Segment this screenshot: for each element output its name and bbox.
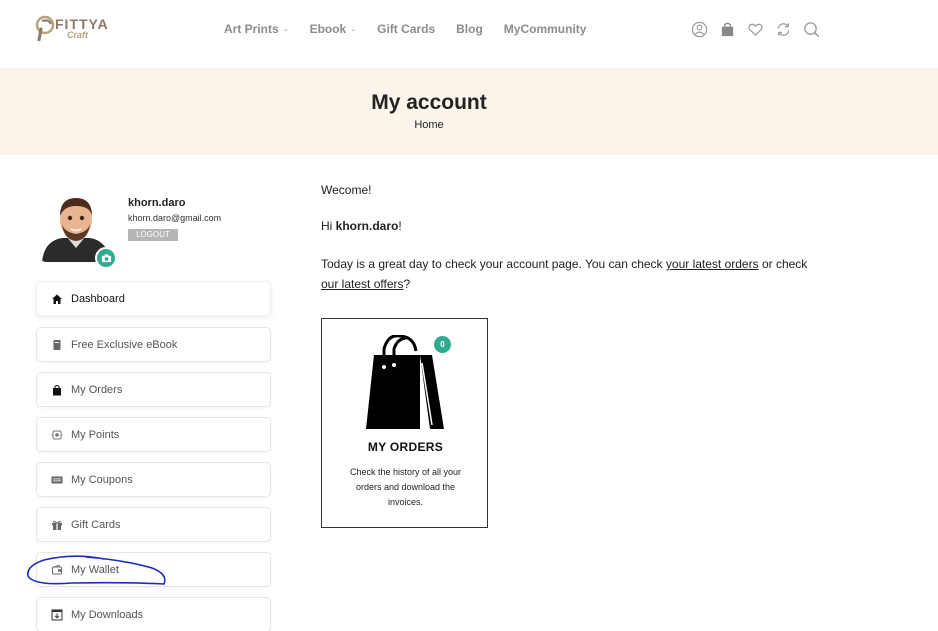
shopping-bag-icon — [366, 335, 444, 429]
welcome-text: Wecome! — [321, 183, 372, 197]
change-avatar-button[interactable] — [95, 247, 117, 269]
intro-text-1: Today is a great day to check your accou… — [321, 257, 666, 271]
nav-gift-cards[interactable]: Gift Cards — [377, 22, 435, 36]
coupon-icon — [50, 473, 63, 486]
wallet-icon — [50, 563, 63, 576]
heart-icon[interactable] — [746, 20, 764, 38]
brand-logo[interactable]: FITTYA Craft — [35, 15, 115, 43]
nav-item-label: Art Prints — [224, 22, 279, 36]
dashboard-intro: Today is a great day to check your accou… — [321, 254, 811, 294]
menu-item-label: Gift Cards — [71, 518, 121, 531]
refresh-icon[interactable] — [774, 20, 792, 38]
greeting-name: khorn.daro — [335, 219, 399, 233]
nav-mycommunity[interactable]: MyCommunity — [504, 22, 587, 36]
menu-item-my-orders[interactable]: My Orders — [36, 372, 271, 407]
intro-text-3: ? — [403, 277, 411, 291]
points-icon — [50, 428, 63, 441]
intro-text-2: or check — [758, 257, 808, 271]
menu-item-free-ebook[interactable]: Free Exclusive eBook — [36, 327, 271, 362]
menu-item-my-coupons[interactable]: My Coupons — [36, 462, 271, 497]
chevron-down-icon: ⌄ — [350, 26, 357, 33]
latest-offers-link[interactable]: our latest offers — [321, 277, 404, 291]
my-orders-card[interactable]: 0 MY ORDERS Check the history of all you… — [321, 318, 488, 528]
shopping-bag-icon[interactable] — [718, 20, 736, 38]
profile-email: khorn.daro@gmail.com — [128, 213, 222, 223]
bag-icon — [50, 383, 63, 396]
chevron-down-icon: ⌄ — [282, 26, 289, 33]
home-icon — [50, 292, 63, 305]
nav-item-label: Blog — [456, 22, 483, 36]
logo-subtext: Craft — [67, 30, 89, 40]
greeting-suffix: ! — [398, 219, 402, 233]
greeting-text: Hi khorn.daro! — [321, 219, 402, 233]
book-icon — [50, 338, 63, 351]
site-header: FITTYA Craft Art Prints ⌄ Ebook ⌄ Gift C… — [0, 0, 938, 68]
page-title: My account — [371, 91, 487, 114]
nav-item-label: Ebook — [309, 22, 347, 36]
menu-item-gift-cards[interactable]: Gift Cards — [36, 507, 271, 542]
header-actions — [690, 20, 830, 38]
gift-icon — [50, 518, 63, 531]
menu-item-label: My Downloads — [71, 608, 144, 621]
main-nav: Art Prints ⌄ Ebook ⌄ Gift Cards Blog MyC… — [224, 22, 607, 36]
menu-item-label: My Orders — [71, 383, 123, 396]
menu-item-my-wallet[interactable]: My Wallet — [36, 552, 271, 587]
orders-count-badge: 0 — [434, 336, 451, 353]
page-banner: My account Home — [0, 68, 938, 155]
greeting-prefix: Hi — [321, 219, 336, 233]
download-icon — [50, 608, 63, 621]
nav-item-label: Gift Cards — [377, 22, 436, 36]
menu-item-label: My Wallet — [71, 563, 119, 576]
menu-item-label: Dashboard — [71, 292, 125, 305]
menu-item-my-downloads[interactable]: My Downloads — [36, 597, 271, 631]
logo-mark-icon — [35, 15, 55, 41]
breadcrumb-home[interactable]: Home — [0, 119, 858, 131]
menu-item-label: My Points — [71, 428, 120, 441]
nav-blog[interactable]: Blog — [456, 22, 483, 36]
logout-button[interactable]: LOGOUT — [128, 229, 178, 241]
nav-art-prints[interactable]: Art Prints ⌄ — [224, 22, 289, 36]
menu-item-label: My Coupons — [71, 473, 133, 486]
search-icon[interactable] — [802, 20, 820, 38]
menu-item-label: Free Exclusive eBook — [71, 338, 178, 351]
menu-item-my-points[interactable]: My Points — [36, 417, 271, 452]
orders-card-description: Check the history of all your orders and… — [349, 467, 462, 507]
nav-ebook[interactable]: Ebook ⌄ — [310, 22, 357, 36]
nav-item-label: MyCommunity — [503, 22, 587, 36]
latest-orders-link[interactable]: your latest orders — [666, 257, 759, 271]
profile-username: khorn.daro — [128, 197, 186, 209]
orders-card-title: MY ORDERS — [367, 440, 444, 454]
menu-item-dashboard[interactable]: Dashboard — [36, 281, 271, 316]
user-icon[interactable] — [690, 20, 708, 38]
camera-icon — [101, 253, 111, 262]
